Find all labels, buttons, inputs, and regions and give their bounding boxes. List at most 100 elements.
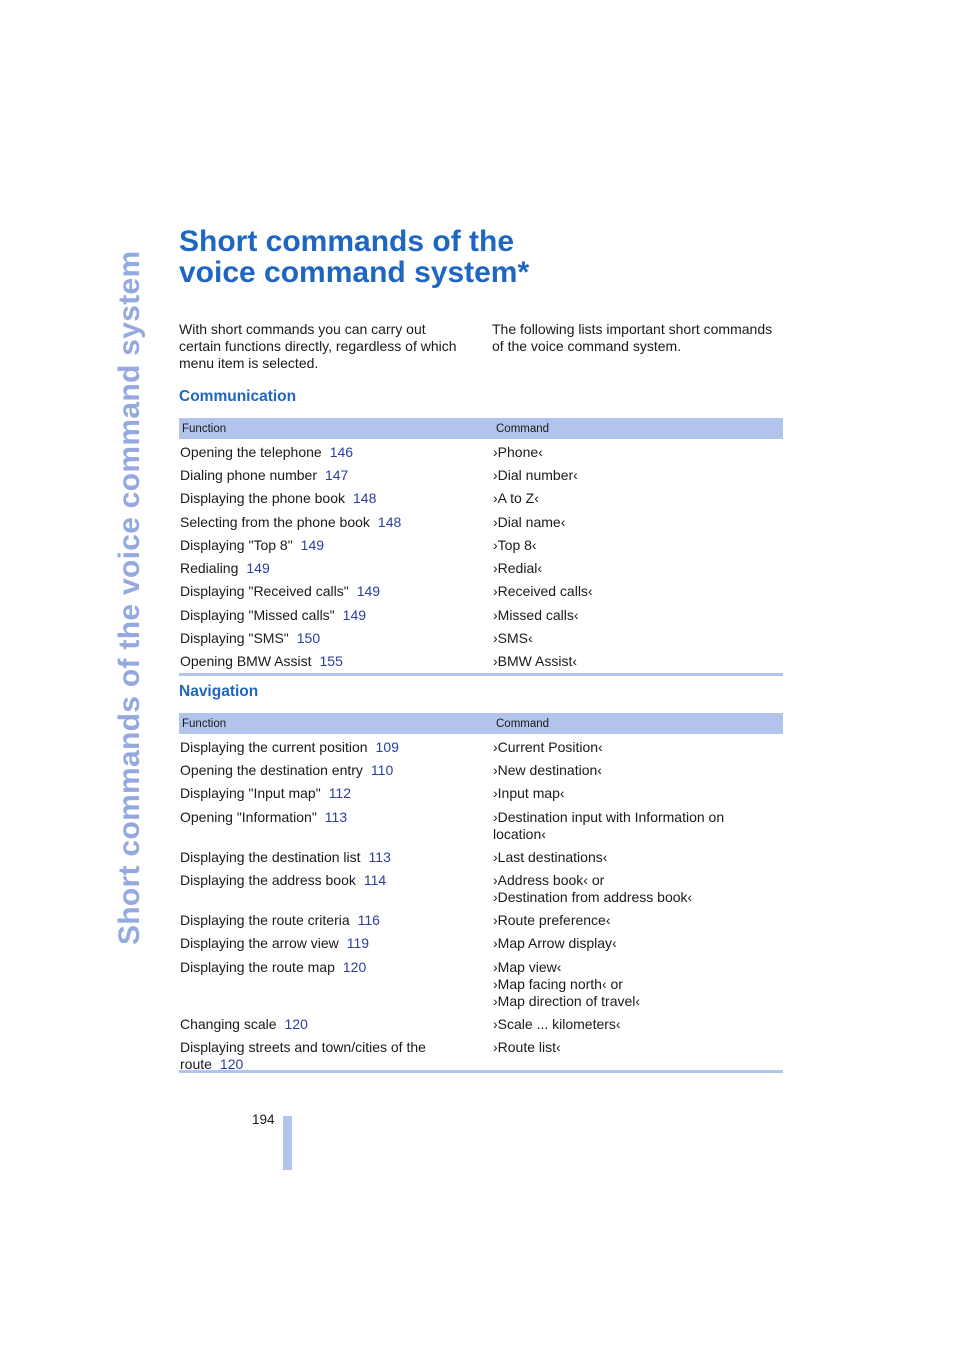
command-cell: ›Route list‹: [493, 1039, 783, 1070]
function-text: Displaying the destination list: [180, 849, 361, 865]
command-cell: ›Input map‹: [493, 785, 783, 804]
intro-text-left: With short commands you can carry out ce…: [179, 321, 457, 371]
command-cell: ›Destination input with Information on lo…: [493, 809, 783, 844]
page-reference-link[interactable]: 119: [347, 935, 369, 951]
function-text: Displaying "Input map": [180, 785, 321, 801]
page-reference-link[interactable]: 116: [358, 912, 380, 928]
page-marker-bar: [283, 1116, 292, 1170]
command-text: ›Redial‹: [493, 560, 543, 576]
table-row: Displaying "Top 8" 149 ›Top 8‹: [179, 532, 783, 555]
table-row: Selecting from the phone book 148 ›Dial na…: [179, 509, 783, 532]
command-cell: ›BMW Assist‹: [493, 653, 783, 673]
page-title: Short commands of the voice command syst…: [179, 226, 529, 288]
command-text: ›Input map‹: [493, 785, 565, 801]
command-cell: ›A to Z‹: [493, 490, 783, 509]
command-cell: ›Top 8‹: [493, 537, 783, 555]
page-reference-link[interactable]: 148: [378, 514, 401, 530]
command-text: location‹: [493, 826, 546, 842]
page-reference-link[interactable]: 113: [325, 809, 347, 825]
function-text: Opening the telephone: [180, 444, 322, 460]
page-reference-link[interactable]: 109: [376, 739, 399, 755]
command-cell: ›Last destinations‹: [493, 849, 783, 867]
function-cell: Redialing 149: [179, 560, 493, 578]
command-text: ›Map facing north‹ or: [493, 976, 623, 992]
table-row: Displaying the arrow view 119 ›Map Arrow d…: [179, 930, 783, 954]
command-cell: ›Dial number‹: [493, 467, 783, 485]
page-reference-link[interactable]: 149: [357, 583, 380, 599]
table-header: Function Command: [179, 713, 783, 734]
table-bottom-rule: [179, 673, 783, 676]
command-cell: ›Dial name‹: [493, 514, 783, 532]
page-reference-link[interactable]: 120: [285, 1016, 308, 1032]
command-cell: ›Redial‹: [493, 560, 783, 578]
function-cell: Opening the destination entry 110: [179, 762, 493, 780]
function-text: Changing scale: [180, 1016, 277, 1032]
side-chapter-title: Short commands of the voice command syst…: [113, 250, 146, 945]
command-text: ›New destination‹: [493, 762, 602, 778]
page-reference-link[interactable]: 110: [371, 762, 393, 778]
command-text: ›SMS‹: [493, 630, 533, 646]
command-cell: ›Map Arrow display‹: [493, 935, 783, 954]
page-reference-link[interactable]: 120: [220, 1056, 243, 1072]
page-reference-link[interactable]: 155: [320, 653, 343, 669]
command-text: ›Map direction of travel‹: [493, 993, 641, 1009]
command-text: ›Dial name‹: [493, 514, 566, 530]
function-cell: Displaying "Input map" 112: [179, 785, 493, 804]
page-reference-link[interactable]: 149: [301, 537, 324, 553]
page-reference-link[interactable]: 113: [369, 849, 391, 865]
table-row: Displaying the destination list 113 ›Last …: [179, 844, 783, 867]
page-reference-link[interactable]: 149: [246, 560, 269, 576]
table-row: Displaying the route map 120 ›Map view‹ ›Ma…: [179, 954, 783, 1011]
page-reference-link[interactable]: 150: [297, 630, 320, 646]
function-cell: Displaying "SMS" 150: [179, 630, 493, 648]
page-reference-link[interactable]: 114: [364, 872, 386, 888]
page-reference-link[interactable]: 147: [325, 467, 348, 483]
command-cell: ›New destination‹: [493, 762, 783, 780]
table-row: Opening BMW Assist 155 ›BMW Assist‹: [179, 648, 783, 673]
command-text: ›Map Arrow display‹: [493, 935, 617, 951]
table-row: Opening the telephone 146 ›Phone‹: [179, 439, 783, 462]
command-text: ›A to Z‹: [493, 490, 539, 506]
function-cell: Displaying the phone book 148: [179, 490, 493, 509]
function-cell: Displaying the route criteria 116: [179, 912, 493, 930]
communication-heading: Communication: [179, 388, 297, 405]
function-text: Displaying "SMS": [180, 630, 289, 646]
navigation-heading: Navigation: [179, 683, 259, 700]
function-cell: Displaying "Top 8" 149: [179, 537, 493, 555]
function-text: Selecting from the phone book: [180, 514, 370, 530]
function-text: Redialing: [180, 560, 239, 576]
intro-text-right: The following lists important short comm…: [492, 321, 773, 354]
command-text: ›Current Position‹: [493, 739, 603, 755]
function-text: Displaying "Missed calls": [180, 607, 335, 623]
page-reference-link[interactable]: 120: [343, 959, 366, 975]
command-text: ›Map view‹: [493, 959, 562, 975]
command-text: ›Dial number‹: [493, 467, 578, 483]
command-text: ›Received calls‹: [493, 583, 593, 599]
function-cell: Changing scale 120: [179, 1016, 493, 1034]
page-reference-link[interactable]: 149: [343, 607, 366, 623]
command-text: ›Route preference‹: [493, 912, 611, 928]
function-cell: Opening the telephone 146: [179, 444, 493, 462]
table-row: Opening "Information" 113 ›Destination inp…: [179, 804, 783, 844]
title-line-1: Short commands of the: [179, 225, 515, 258]
function-text: Displaying the phone book: [180, 490, 346, 506]
function-text: Displaying the route criteria: [180, 912, 350, 928]
function-cell: Displaying "Missed calls" 149: [179, 607, 493, 625]
table-body: Displaying the current position 109 ›Curre…: [179, 734, 783, 1072]
function-text: Opening the destination entry: [180, 762, 363, 778]
page-reference-link[interactable]: 146: [330, 444, 353, 460]
page-reference-link[interactable]: 148: [353, 490, 376, 506]
function-cell: Displaying the destination list 113: [179, 849, 493, 867]
function-cell: Displaying the address book 114: [179, 872, 493, 907]
column-header-function: Function: [182, 717, 227, 730]
command-cell: ›Received calls‹: [493, 583, 783, 602]
function-text: Displaying the arrow view: [180, 935, 339, 951]
table-row: Displaying the current position 109 ›Curre…: [179, 734, 783, 757]
column-header-command: Command: [496, 717, 550, 730]
table-row: Displaying the address book 114 ›Address b…: [179, 867, 783, 907]
command-cell: ›Scale ... kilometers‹: [493, 1016, 783, 1034]
command-cell: ›Phone‹: [493, 444, 783, 462]
title-line-2: voice command system*: [179, 256, 530, 289]
page-reference-link[interactable]: 112: [329, 785, 351, 801]
table-row: Redialing 149 ›Redial‹: [179, 555, 783, 578]
